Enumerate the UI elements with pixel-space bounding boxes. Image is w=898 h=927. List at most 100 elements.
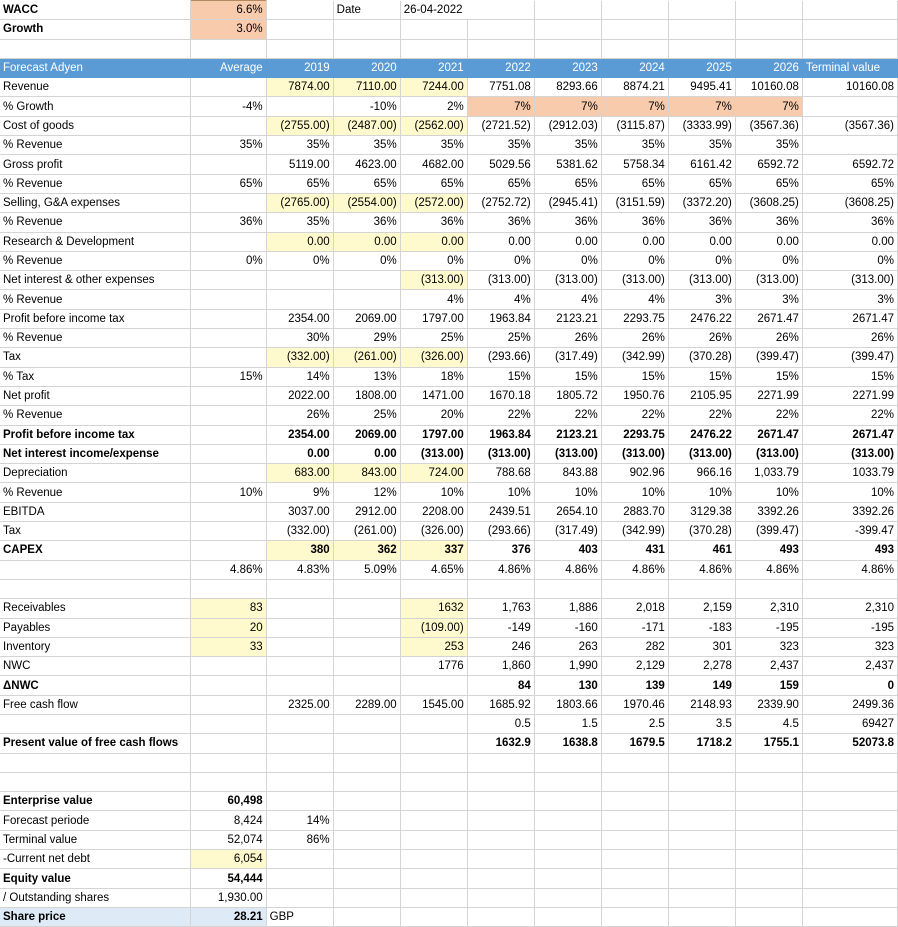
empty-cell[interactable] — [802, 907, 898, 927]
cell-value[interactable]: 253 — [399, 636, 468, 658]
cell-value[interactable]: -183 — [668, 618, 736, 638]
cell-value[interactable]: 5381.62 — [534, 154, 602, 175]
empty-cell[interactable] — [400, 772, 468, 793]
terminal-value-cell[interactable]: 2499.36 — [802, 695, 898, 715]
empty-cell[interactable] — [534, 907, 602, 927]
cell-value[interactable]: 84 — [467, 675, 535, 696]
cell-value[interactable]: -195 — [735, 618, 803, 638]
valuation-percent[interactable]: 14% — [266, 810, 334, 831]
empty-cell[interactable] — [467, 868, 535, 889]
empty-cell[interactable] — [333, 270, 401, 291]
terminal-value-cell[interactable]: (399.47) — [802, 347, 898, 368]
cell-value[interactable]: 1,860 — [467, 656, 535, 677]
empty-cell[interactable] — [668, 0, 736, 21]
cell-value[interactable]: (313.00) — [467, 444, 535, 465]
cell-value[interactable]: 2,310 — [735, 598, 803, 619]
cell-value[interactable]: (261.00) — [333, 521, 401, 542]
cell-value[interactable]: (3115.87) — [601, 116, 669, 137]
empty-cell[interactable] — [333, 733, 401, 754]
cell-value[interactable]: 4% — [467, 289, 535, 310]
empty-cell[interactable] — [601, 907, 669, 927]
cell-value[interactable]: -171 — [601, 618, 669, 638]
empty-cell[interactable] — [266, 753, 334, 773]
cell-value[interactable]: 1638.8 — [534, 733, 602, 754]
cell-value[interactable]: 30% — [266, 328, 334, 349]
empty-cell[interactable] — [0, 772, 191, 793]
cell-value[interactable]: 26% — [735, 328, 803, 349]
average-value[interactable]: 83 — [189, 598, 267, 619]
cell-value[interactable]: 65% — [735, 174, 803, 194]
cell-value[interactable]: 10% — [735, 482, 803, 503]
cell-value[interactable]: 35% — [601, 135, 669, 156]
terminal-value-cell[interactable]: 3392.26 — [802, 502, 898, 523]
cell-value[interactable]: 18% — [400, 367, 468, 387]
cell-value[interactable]: 4682.00 — [400, 154, 468, 175]
cell-value[interactable]: 26% — [534, 328, 602, 349]
cell-value[interactable]: 3037.00 — [266, 502, 334, 523]
cell-value[interactable]: 403 — [534, 540, 602, 561]
cell-value[interactable]: 2% — [400, 96, 468, 117]
cell-value[interactable]: 35% — [467, 135, 535, 156]
cell-value[interactable]: 15% — [534, 367, 602, 387]
empty-cell[interactable] — [266, 888, 334, 908]
cell-value[interactable]: 246 — [467, 637, 535, 658]
terminal-value-cell[interactable]: 69427 — [802, 714, 898, 735]
cell-value[interactable]: 1632.9 — [467, 733, 535, 754]
cell-value[interactable]: (370.28) — [668, 521, 736, 542]
empty-cell[interactable] — [333, 656, 401, 677]
cell-value[interactable]: 1471.00 — [400, 386, 468, 407]
empty-cell[interactable] — [190, 656, 267, 677]
cell-value[interactable]: (332.00) — [265, 347, 334, 368]
empty-cell[interactable] — [802, 39, 898, 59]
cell-value[interactable]: 0.00 — [601, 232, 669, 252]
cell-value[interactable]: (313.00) — [668, 270, 736, 291]
cell-value[interactable]: 0% — [735, 251, 803, 272]
cell-value[interactable]: (2554.00) — [332, 192, 401, 214]
cell-value[interactable]: 0% — [534, 251, 602, 272]
cell-value[interactable]: 22% — [534, 405, 602, 426]
cell-value[interactable]: (2945.41) — [534, 193, 602, 214]
cell-value[interactable]: 35% — [735, 135, 803, 156]
cell-value[interactable]: 724.00 — [399, 463, 468, 484]
cell-value[interactable]: (3372.20) — [668, 193, 736, 214]
empty-cell[interactable] — [802, 0, 898, 21]
empty-cell[interactable] — [534, 791, 602, 812]
cell-value[interactable]: 4% — [601, 289, 669, 310]
empty-cell[interactable] — [190, 502, 267, 523]
terminal-value-cell[interactable]: -399.47 — [802, 521, 898, 542]
cell-value[interactable]: (317.49) — [534, 521, 602, 542]
cell-value[interactable]: 2339.90 — [735, 695, 803, 715]
cell-value[interactable]: 6592.72 — [735, 154, 803, 175]
cell-value[interactable]: 0.00 — [266, 444, 334, 465]
cell-value[interactable]: 10% — [467, 482, 535, 503]
cell-value[interactable]: 431 — [601, 540, 669, 561]
empty-cell[interactable] — [601, 868, 669, 889]
cell-value[interactable]: 2671.47 — [735, 309, 803, 330]
empty-cell[interactable] — [266, 39, 334, 59]
terminal-value-cell[interactable]: 2,437 — [802, 656, 898, 677]
cell-value[interactable]: 2289.00 — [333, 695, 401, 715]
cell-value[interactable]: 7% — [600, 96, 669, 117]
cell-value[interactable]: 1797.00 — [400, 309, 468, 330]
cell-value[interactable]: 2912.00 — [333, 502, 401, 523]
cell-value[interactable]: 4.86% — [601, 560, 669, 580]
empty-cell[interactable] — [668, 810, 736, 831]
empty-cell[interactable] — [534, 810, 602, 831]
cell-value[interactable]: 36% — [601, 212, 669, 233]
average-value[interactable]: 15% — [190, 367, 267, 387]
cell-value[interactable]: (261.00) — [332, 347, 401, 368]
cell-value[interactable]: 65% — [668, 174, 736, 194]
cell-value[interactable]: 35% — [333, 135, 401, 156]
empty-cell[interactable] — [534, 830, 602, 851]
cell-value[interactable]: 1,990 — [534, 656, 602, 677]
empty-cell[interactable] — [668, 888, 736, 908]
cell-value[interactable]: 0% — [266, 251, 334, 272]
empty-cell[interactable] — [802, 849, 898, 870]
empty-cell[interactable] — [190, 753, 267, 773]
average-value[interactable]: 35% — [190, 135, 267, 156]
cell-value[interactable]: 4.86% — [735, 560, 803, 580]
average-value[interactable]: 33 — [189, 636, 267, 658]
cell-value[interactable]: 0.00 — [467, 232, 535, 252]
terminal-value-cell[interactable]: 1033.79 — [802, 463, 898, 484]
empty-cell[interactable] — [400, 39, 468, 59]
